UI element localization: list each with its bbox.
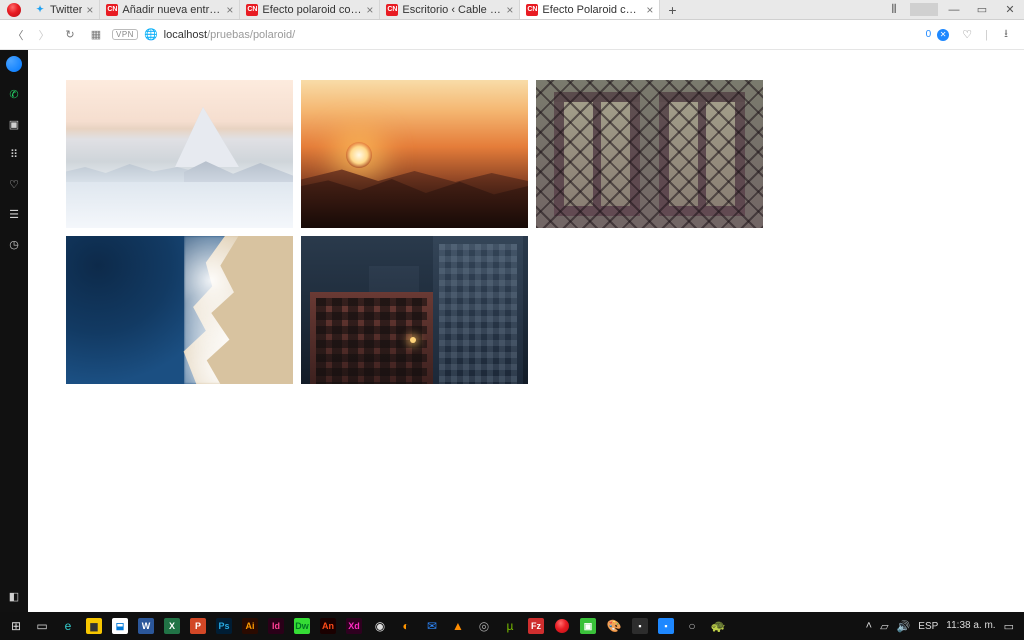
tab-cn-add[interactable]: CN Añadir nueva entrada ‹ Ca… × (100, 0, 240, 19)
filezilla-icon[interactable]: Fz (524, 614, 548, 638)
close-icon[interactable]: × (646, 4, 653, 16)
speed-dial-button[interactable]: ▦ (86, 25, 106, 45)
opera-menu-button[interactable] (0, 0, 28, 19)
separator (910, 3, 938, 16)
url-path: /pruebas/polaroid/ (207, 29, 295, 41)
tray-notifications-icon[interactable]: ▭ (1004, 620, 1014, 633)
polaroid-gallery (66, 80, 986, 384)
tab-label: Añadir nueva entrada ‹ Ca… (122, 4, 222, 16)
gallery-image-mountain[interactable] (66, 80, 293, 228)
gallery-image-fence[interactable] (536, 80, 763, 228)
cn-icon: CN (386, 4, 398, 16)
cn-icon: CN (106, 4, 118, 16)
tray-volume-icon[interactable]: 🔊 (897, 620, 911, 633)
explorer-icon[interactable]: ▆ (82, 614, 106, 638)
app-green-icon[interactable]: ▣ (576, 614, 600, 638)
tab-cn-escritorio[interactable]: CN Escritorio ‹ Cable Naranja… × (380, 0, 520, 19)
thunderbird-icon[interactable]: ✉ (420, 614, 444, 638)
minimize-button[interactable]: — (940, 0, 968, 19)
close-window-button[interactable]: ✕ (996, 0, 1024, 19)
tray-language[interactable]: ESP (918, 621, 938, 632)
illustrator-icon[interactable]: Ai (238, 614, 262, 638)
tray-network-icon[interactable]: ▱ (880, 620, 888, 633)
close-icon[interactable]: × (226, 4, 233, 16)
messenger-icon[interactable] (6, 56, 22, 72)
vpn-badge[interactable]: VPN (112, 29, 138, 40)
browser-titlebar: ✦ Twitter × CN Añadir nueva entrada ‹ Ca… (0, 0, 1024, 20)
word-icon[interactable]: W (134, 614, 158, 638)
close-icon[interactable]: × (366, 4, 373, 16)
chrome-icon[interactable]: ◉ (368, 614, 392, 638)
downloads-icon[interactable]: ⭳ (996, 25, 1016, 45)
tray-chevron-icon[interactable]: ˄ (866, 620, 872, 632)
start-button[interactable]: ⊞ (4, 614, 28, 638)
tab-active-polaroid[interactable]: CN Efecto Polaroid con CSS3 × (520, 0, 660, 19)
cn-icon: CN (526, 4, 538, 16)
page-content (28, 50, 1024, 612)
camera-icon[interactable]: ▣ (6, 116, 22, 132)
gallery-image-wave[interactable] (66, 236, 293, 384)
url-host: localhost (164, 29, 207, 41)
browser-toolbar: 〈 〉 ↻ ▦ VPN 🌐 localhost/pruebas/polaroid… (0, 20, 1024, 50)
adblock-count: 0 (926, 29, 932, 40)
app-disc-icon[interactable]: ◎ (472, 614, 496, 638)
toolbar-separator: | (985, 29, 988, 41)
new-tab-button[interactable]: + (660, 0, 684, 19)
news-icon[interactable]: ☰ (6, 206, 22, 222)
excel-icon[interactable]: X (160, 614, 184, 638)
heart-icon[interactable]: ♡ (6, 176, 22, 192)
utorrent-icon[interactable]: µ (498, 614, 522, 638)
tab-label: Escritorio ‹ Cable Naranja… (402, 4, 502, 16)
animate-icon[interactable]: An (316, 614, 340, 638)
apps-icon[interactable]: ⠿ (6, 146, 22, 162)
close-icon[interactable]: × (506, 4, 513, 16)
app-paint-icon[interactable]: 🎨 (602, 614, 626, 638)
cortana-icon[interactable]: ○ (680, 614, 704, 638)
address-bar[interactable]: localhost/pruebas/polaroid/ (164, 29, 920, 41)
store-icon[interactable]: ⬓ (108, 614, 132, 638)
edge-icon[interactable]: e (56, 614, 80, 638)
app-blue-icon[interactable]: ▪ (654, 614, 678, 638)
history-icon[interactable]: ◷ (6, 236, 22, 252)
app-misc-icon[interactable]: 🐢 (706, 614, 730, 638)
opera-taskbar-icon[interactable] (550, 614, 574, 638)
cn-icon: CN (246, 4, 258, 16)
reload-button[interactable]: ↻ (60, 25, 80, 45)
easy-setup-icon[interactable]: ⦀ (880, 0, 908, 19)
tab-label: Twitter (50, 4, 82, 16)
tab-strip: ✦ Twitter × CN Añadir nueva entrada ‹ Ca… (28, 0, 880, 19)
tab-twitter[interactable]: ✦ Twitter × (28, 0, 100, 19)
close-icon[interactable]: × (86, 4, 93, 16)
system-tray: ˄ ▱ 🔊 ESP 11:38 a. m. ▭ (866, 620, 1020, 633)
tab-label: Efecto Polaroid con CSS3 (542, 4, 642, 16)
tab-cn-efecto[interactable]: CN Efecto polaroid con CSS – … × (240, 0, 380, 19)
opera-sidebar: ✆ ▣ ⠿ ♡ ☰ ◷ ◧ (0, 50, 28, 612)
indesign-icon[interactable]: Id (264, 614, 288, 638)
back-button[interactable]: 〈 (8, 25, 28, 45)
vlc-icon[interactable]: ▲ (446, 614, 470, 638)
tab-label: Efecto polaroid con CSS – … (262, 4, 362, 16)
app-term-icon[interactable]: ▪ (628, 614, 652, 638)
maximize-button[interactable]: ▭ (968, 0, 996, 19)
whatsapp-icon[interactable]: ✆ (6, 86, 22, 102)
firefox-icon[interactable]: ◐ (394, 614, 418, 638)
opera-logo-icon (7, 3, 21, 17)
forward-button[interactable]: 〉 (34, 25, 54, 45)
gallery-image-city[interactable] (301, 236, 528, 384)
photoshop-icon[interactable]: Ps (212, 614, 236, 638)
twitter-icon: ✦ (34, 4, 46, 16)
xd-icon[interactable]: Xd (342, 614, 366, 638)
window-controls: ⦀ — ▭ ✕ (880, 0, 1024, 19)
tray-clock[interactable]: 11:38 a. m. (946, 621, 995, 631)
dreamweaver-icon[interactable]: Dw (290, 614, 314, 638)
sidebar-toggle-icon[interactable]: ◧ (6, 588, 22, 604)
taskview-button[interactable]: ▭ (30, 614, 54, 638)
powerpoint-icon[interactable]: P (186, 614, 210, 638)
gallery-image-sunset[interactable] (301, 80, 528, 228)
site-info-icon[interactable]: 🌐 (144, 28, 158, 41)
bookmark-heart-icon[interactable]: ♡ (957, 25, 977, 45)
windows-taskbar: ⊞ ▭ e ▆ ⬓ W X P Ps Ai Id Dw An Xd ◉ ◐ ✉ … (0, 612, 1024, 640)
adblock-icon[interactable]: ✕ (937, 29, 949, 41)
